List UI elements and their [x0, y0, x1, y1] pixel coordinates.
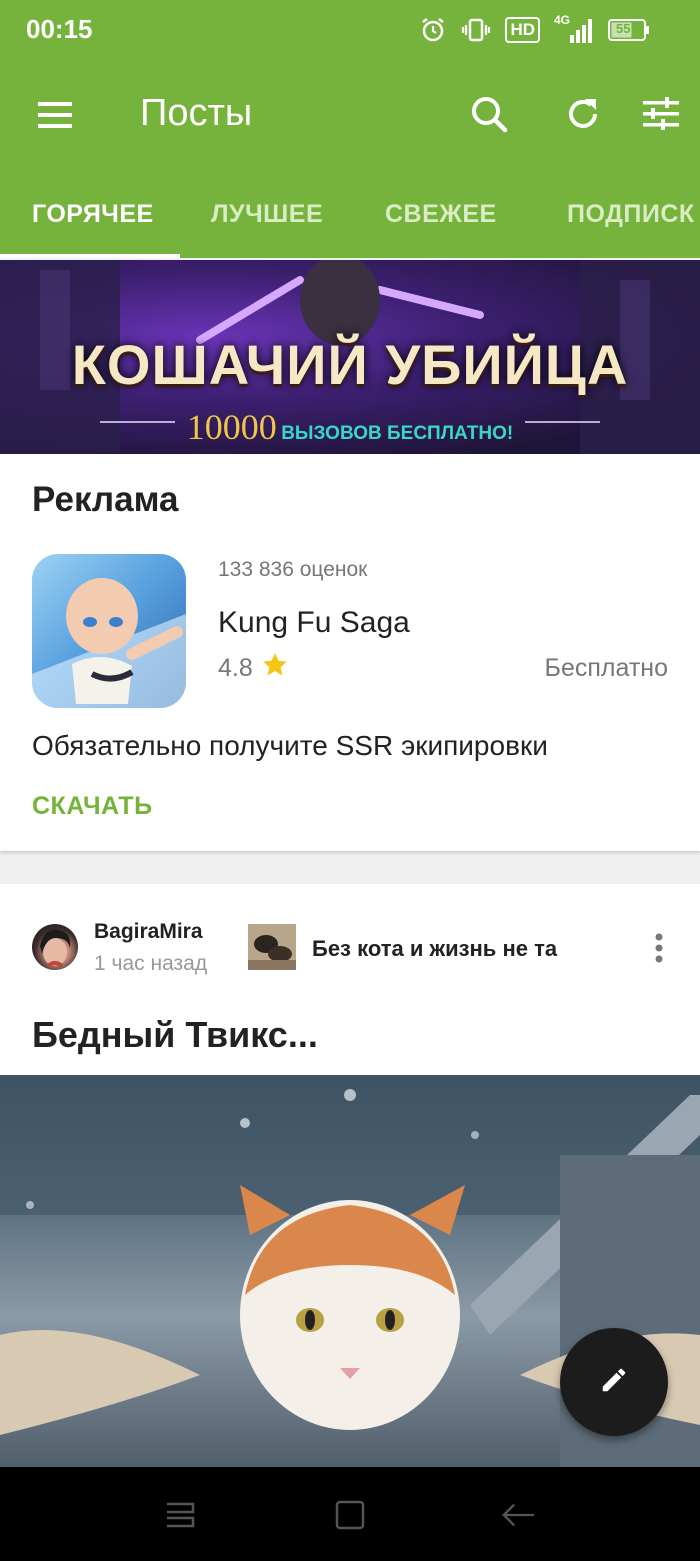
banner-title: КОШАЧИЙ УБИЙЦА [71, 333, 629, 396]
alarm-icon [419, 16, 447, 44]
home-icon[interactable] [332, 1497, 368, 1533]
post-time: 1 час назад [94, 952, 208, 975]
battery-level: 55 [616, 21, 631, 36]
refresh-icon[interactable] [561, 92, 605, 136]
signal-icon: 4G [554, 13, 594, 45]
app-price: Бесплатно [544, 654, 668, 682]
post-title[interactable]: Бедный Твикс... [32, 1014, 318, 1056]
tab-hot[interactable]: ГОРЯЧЕЕ [32, 200, 154, 229]
menu-icon[interactable] [34, 94, 76, 136]
ad-label: Реклама [32, 480, 179, 519]
ad-description: Обязательно получите SSR экипировки [32, 730, 548, 761]
pencil-icon [599, 1365, 629, 1400]
battery-icon: 55 [608, 19, 649, 41]
rating-value: 4.8 [218, 654, 253, 682]
status-bar: 00:15 HD 4G 55 [0, 0, 700, 60]
tab-subscriptions[interactable]: ПОДПИСК [567, 200, 695, 229]
hd-icon: HD [505, 17, 540, 43]
page-title: Посты [140, 92, 253, 134]
community-name[interactable]: Без кота и жизнь не та [312, 936, 557, 962]
app-name[interactable]: Kung Fu Saga [218, 606, 410, 640]
tab-indicator [0, 254, 180, 258]
toolbar: Посты [0, 72, 700, 156]
tab-bar: ГОРЯЧЕЕ ЛУЧШЕЕ СВЕЖЕЕ ПОДПИСК [0, 188, 700, 258]
app-rating: 4.8 [218, 651, 289, 686]
search-icon[interactable] [467, 92, 511, 136]
author-name[interactable]: BagiraMira [94, 920, 203, 944]
more-options-icon[interactable] [646, 928, 672, 968]
app-screen: 00:15 HD 4G 55 Посты ГОРЯЧЕЕ ЛУЧШЕЕ СВЕЖ… [0, 0, 700, 1561]
star-icon [261, 651, 289, 686]
app-header: 00:15 HD 4G 55 Посты ГОРЯЧЕЕ ЛУЧШЕЕ СВЕЖ… [0, 0, 700, 258]
status-icons: HD 4G 55 [419, 13, 649, 46]
banner-subtitle: 10000 ВЫЗОВОВ БЕСПЛАТНО! [0, 406, 700, 448]
tab-fresh[interactable]: СВЕЖЕЕ [385, 200, 497, 229]
download-button[interactable]: СКАЧАТЬ [32, 792, 153, 821]
ratings-count: 133 836 оценок [218, 558, 368, 581]
vibrate-icon [461, 16, 491, 44]
banner-ad[interactable]: КОШАЧИЙ УБИЙЦА 10000 ВЫЗОВОВ БЕСПЛАТНО! [0, 260, 700, 454]
system-nav-bar [0, 1467, 700, 1561]
banner-text: ВЫЗОВОВ БЕСПЛАТНО! [281, 423, 514, 444]
back-icon[interactable] [500, 1497, 536, 1533]
create-post-button[interactable] [560, 1328, 668, 1436]
ad-card: Реклама 133 836 оценок Kung Fu Saga 4.8 … [0, 454, 700, 851]
app-icon[interactable] [32, 554, 186, 708]
status-time: 00:15 [26, 14, 93, 44]
community-avatar[interactable] [248, 924, 296, 970]
avatar[interactable] [32, 924, 78, 970]
banner-number: 10000 [186, 407, 277, 447]
filter-icon[interactable] [639, 92, 683, 136]
recents-icon[interactable] [162, 1497, 198, 1533]
tab-best[interactable]: ЛУЧШЕЕ [211, 200, 323, 229]
